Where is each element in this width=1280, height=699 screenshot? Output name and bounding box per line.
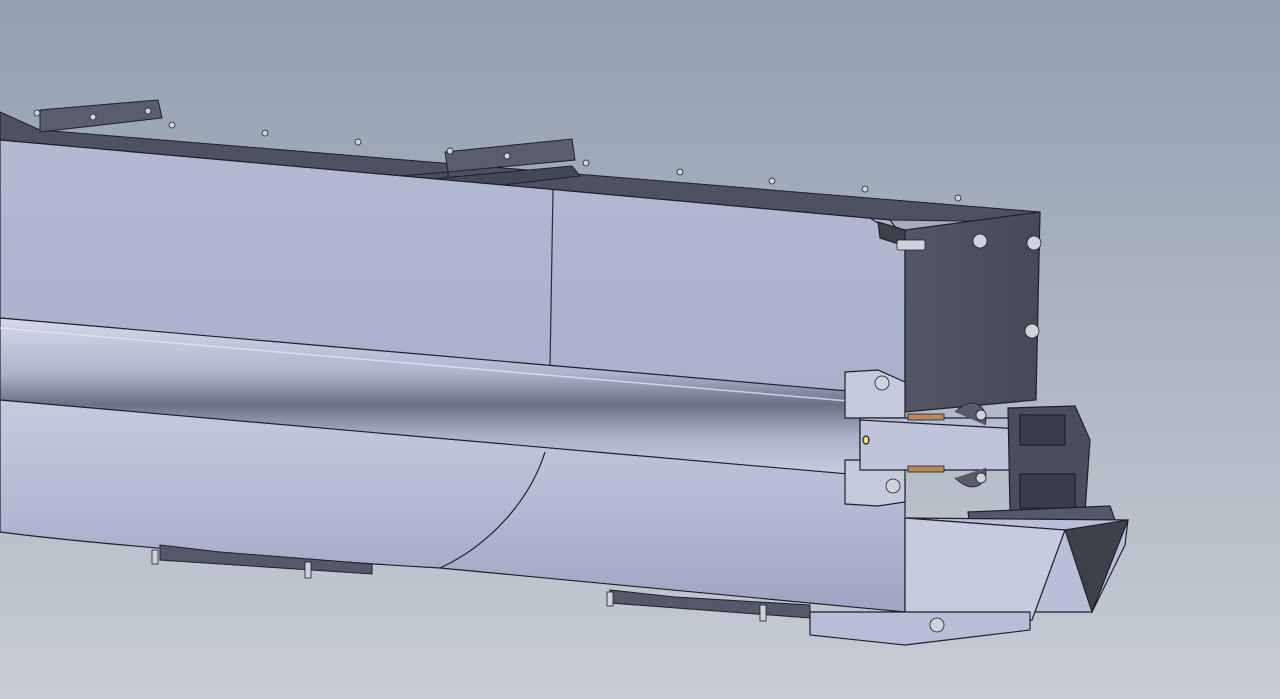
bolt-head xyxy=(676,168,684,176)
bolt-head xyxy=(89,113,97,121)
bolt-head xyxy=(261,129,269,137)
bolt-head xyxy=(168,121,176,129)
bolt-head xyxy=(954,194,962,202)
bolt-head xyxy=(582,159,590,167)
cad-viewport[interactable] xyxy=(0,0,1280,699)
bolt-head xyxy=(144,107,152,115)
bolt-head xyxy=(354,138,362,146)
cad-canvas[interactable] xyxy=(0,0,1280,699)
bolt-head xyxy=(446,147,454,155)
clip xyxy=(896,239,926,251)
bolt xyxy=(606,591,614,607)
bolt xyxy=(151,549,159,565)
nut xyxy=(1024,323,1040,339)
nut xyxy=(885,478,901,494)
bolt-head xyxy=(861,185,869,193)
bolt-head xyxy=(33,109,41,117)
nut xyxy=(975,472,987,484)
nut xyxy=(972,233,988,249)
bolt xyxy=(304,561,312,579)
nut xyxy=(975,409,987,421)
nut xyxy=(1026,235,1042,251)
nut xyxy=(929,617,945,633)
bolt-head xyxy=(503,152,511,160)
bolt-head xyxy=(768,177,776,185)
nut xyxy=(874,375,890,391)
bolt xyxy=(759,604,767,622)
